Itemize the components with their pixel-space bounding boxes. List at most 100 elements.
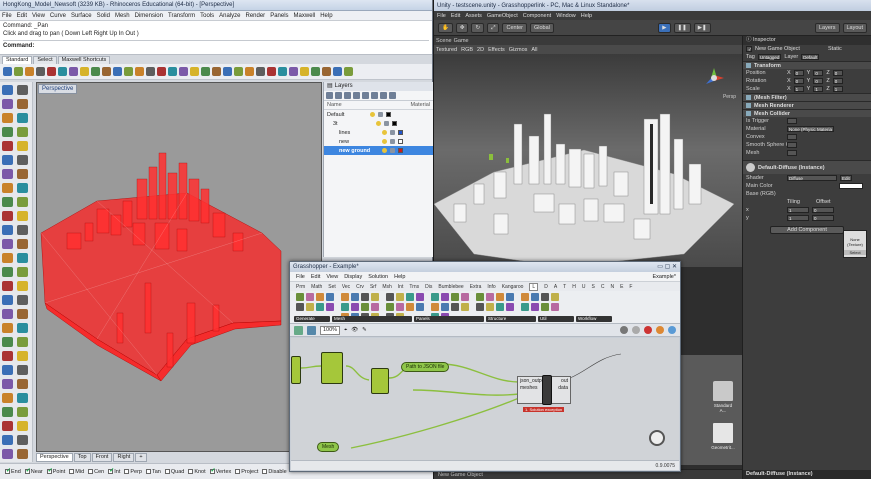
gh-component-icon[interactable] bbox=[531, 293, 539, 301]
lightbulb-icon[interactable] bbox=[370, 112, 375, 117]
osnap-checkbox[interactable] bbox=[145, 469, 151, 474]
toolbar-tool-icon[interactable] bbox=[80, 67, 89, 76]
side-tool-icon[interactable] bbox=[17, 351, 28, 361]
gh-component-icon[interactable] bbox=[461, 293, 469, 301]
transform-x-field[interactable]: 0 bbox=[793, 78, 804, 84]
gh-component-icon[interactable] bbox=[551, 293, 559, 301]
layers-dropdown[interactable]: Layers bbox=[814, 22, 840, 33]
view-tab-right[interactable]: Right bbox=[113, 453, 135, 462]
lightbulb-icon[interactable] bbox=[382, 139, 387, 144]
move-down-icon[interactable] bbox=[362, 92, 369, 99]
toolbar-tool-icon[interactable] bbox=[333, 67, 342, 76]
view-tab-perspective[interactable]: Perspective bbox=[36, 453, 73, 462]
scene-bar-2d[interactable]: 2D bbox=[477, 47, 484, 53]
toolbar-tool-icon[interactable] bbox=[212, 67, 221, 76]
gh-component-icon[interactable] bbox=[296, 303, 304, 311]
side-tool-icon[interactable] bbox=[2, 421, 13, 431]
scene-bar-rgb[interactable]: RGB bbox=[461, 47, 473, 53]
side-tool-icon[interactable] bbox=[2, 197, 13, 207]
side-tool-icon[interactable] bbox=[2, 239, 13, 249]
osnap-tan[interactable]: Tan bbox=[145, 469, 161, 475]
osnap-cen[interactable]: Cen bbox=[88, 469, 104, 475]
side-tool-icon[interactable] bbox=[17, 337, 28, 347]
side-tool-icon[interactable] bbox=[17, 449, 28, 459]
layer-dropdown[interactable]: Default bbox=[801, 54, 820, 60]
side-tool-icon[interactable] bbox=[2, 295, 13, 305]
transform-x-field[interactable]: 0 bbox=[793, 70, 804, 76]
gh-component-icon[interactable] bbox=[486, 303, 494, 311]
side-tool-icon[interactable] bbox=[2, 309, 13, 319]
gh-tab-msh[interactable]: Msh bbox=[382, 284, 391, 290]
gh-tab-srf[interactable]: Srf bbox=[370, 284, 376, 290]
unity-menu-file[interactable]: File bbox=[437, 13, 446, 19]
preview-icon[interactable]: 👁 bbox=[351, 327, 358, 333]
gh-component-icon[interactable] bbox=[371, 293, 379, 301]
gh-component-icon[interactable] bbox=[521, 303, 529, 311]
gh-canvas[interactable]: Path to JSON file Mesh json_output out m… bbox=[291, 338, 679, 460]
osnap-checkbox[interactable] bbox=[164, 469, 170, 474]
menu-panels[interactable]: Panels bbox=[270, 13, 288, 19]
gh-tab-h[interactable]: H bbox=[572, 284, 576, 290]
unity-menu-edit[interactable]: Edit bbox=[451, 13, 460, 19]
gh-component-icon[interactable] bbox=[396, 293, 404, 301]
gh-menu-file[interactable]: File bbox=[296, 274, 305, 280]
sphere-preview-icon[interactable] bbox=[668, 326, 676, 334]
gh-panel-panels[interactable]: Panels bbox=[414, 316, 484, 322]
gh-tab-bumblebee[interactable]: Bumblebee bbox=[438, 284, 463, 290]
rotate-tool-button[interactable]: ↻ bbox=[471, 22, 485, 33]
layer-row[interactable]: new ground bbox=[324, 146, 433, 155]
window-controls[interactable]: ▭ ▢ ✕ bbox=[657, 262, 677, 272]
edit-button[interactable]: Edit bbox=[840, 175, 852, 181]
gh-component-icon[interactable] bbox=[306, 293, 314, 301]
osnap-project[interactable]: Project bbox=[235, 469, 258, 475]
toolbar-tool-icon[interactable] bbox=[289, 67, 298, 76]
preview-selected-icon[interactable] bbox=[644, 326, 652, 334]
gh-radial-menu-icon[interactable] bbox=[649, 430, 665, 446]
layer-color-swatch[interactable] bbox=[398, 148, 403, 153]
unity-menu-gameobject[interactable]: GameObject bbox=[487, 13, 518, 19]
side-tool-icon[interactable] bbox=[17, 239, 28, 249]
transform-section[interactable]: Transform bbox=[743, 61, 871, 69]
gh-component-icon[interactable] bbox=[406, 303, 414, 311]
unity-menu-component[interactable]: Component bbox=[523, 13, 551, 19]
side-tool-icon[interactable] bbox=[17, 169, 28, 179]
toolbar-tool-icon[interactable] bbox=[124, 67, 133, 76]
lightbulb-icon[interactable] bbox=[376, 121, 381, 126]
scale-tool-button[interactable]: ⤢ bbox=[487, 22, 500, 33]
menu-surface[interactable]: Surface bbox=[71, 13, 92, 19]
gh-component-icon[interactable] bbox=[326, 293, 334, 301]
side-tool-icon[interactable] bbox=[2, 281, 13, 291]
step-button[interactable]: ▶❚ bbox=[693, 22, 711, 33]
side-tool-icon[interactable] bbox=[17, 281, 28, 291]
new-layer-icon[interactable] bbox=[326, 92, 333, 99]
gh-component-icon[interactable] bbox=[386, 303, 394, 311]
gh-tab-math[interactable]: Math bbox=[311, 284, 322, 290]
side-tool-icon[interactable] bbox=[2, 253, 13, 263]
gh-component-icon[interactable] bbox=[496, 293, 504, 301]
gh-component-icon[interactable] bbox=[371, 303, 379, 311]
side-tool-icon[interactable] bbox=[17, 309, 28, 319]
delete-layer-icon[interactable] bbox=[344, 92, 351, 99]
gh-component-icon[interactable] bbox=[341, 303, 349, 311]
transform-z-field[interactable]: 1 bbox=[832, 86, 843, 92]
gh-component-icon[interactable] bbox=[441, 303, 449, 311]
side-tool-icon[interactable] bbox=[2, 351, 13, 361]
gh-panel-workflow[interactable]: Workflow bbox=[576, 316, 612, 322]
toolbar-tool-icon[interactable] bbox=[69, 67, 78, 76]
gh-component-icon[interactable] bbox=[351, 303, 359, 311]
scene-bar-all[interactable]: All bbox=[531, 47, 537, 53]
osnap-checkbox[interactable] bbox=[88, 469, 94, 474]
toolbar-tool-icon[interactable] bbox=[245, 67, 254, 76]
toolbar-tool-icon[interactable] bbox=[168, 67, 177, 76]
side-tool-icon[interactable] bbox=[2, 155, 13, 165]
space-toggle[interactable]: Global bbox=[530, 22, 554, 33]
transform-z-field[interactable]: 0 bbox=[832, 78, 843, 84]
gh-component-mesh[interactable] bbox=[321, 352, 343, 384]
tab-scene[interactable]: Scene bbox=[436, 38, 452, 44]
side-tool-icon[interactable] bbox=[17, 253, 28, 263]
side-tool-icon[interactable] bbox=[17, 99, 28, 109]
gh-tab-d[interactable]: D bbox=[544, 284, 548, 290]
gh-panel-json-path[interactable]: Path to JSON file bbox=[401, 362, 450, 372]
toolbar-tool-icon[interactable] bbox=[322, 67, 331, 76]
side-tool-icon[interactable] bbox=[17, 393, 28, 403]
